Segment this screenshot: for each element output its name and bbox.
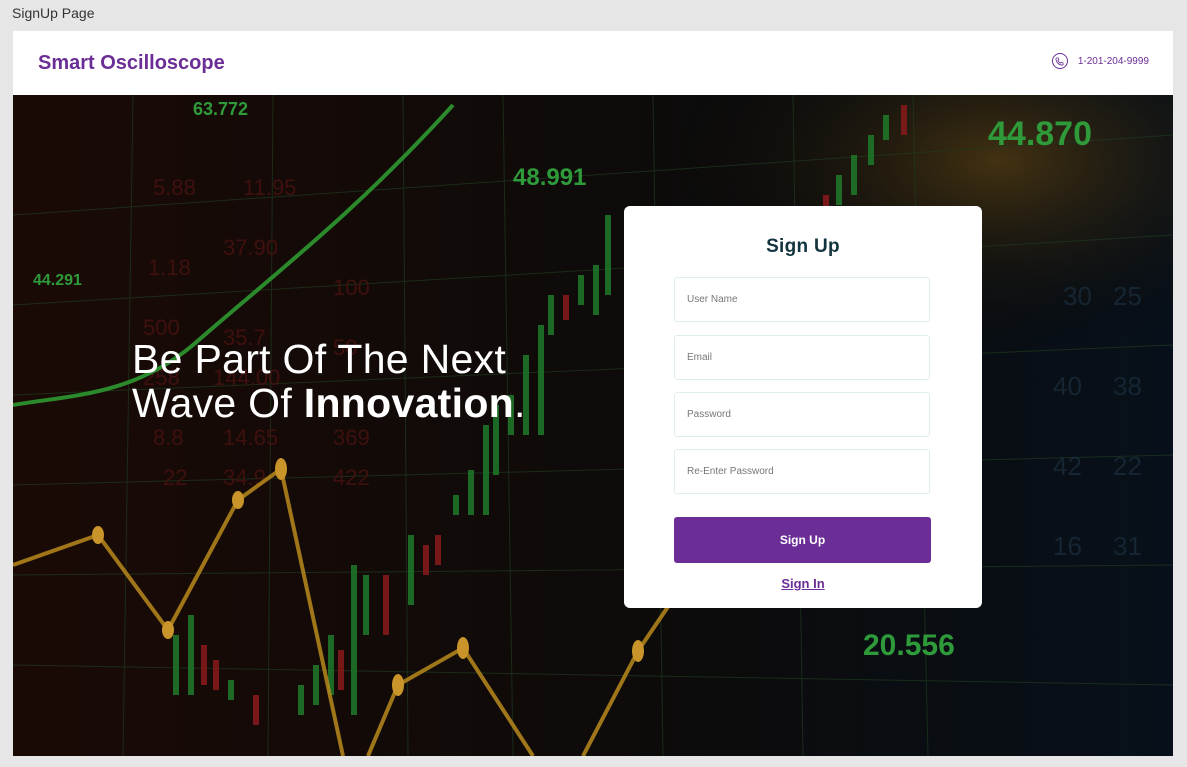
signup-title: Sign Up	[766, 236, 840, 257]
svg-text:100: 100	[333, 275, 370, 300]
candlestick	[435, 535, 441, 565]
bg-number: 20.556	[863, 629, 955, 662]
username-input[interactable]	[674, 277, 930, 322]
candlestick	[298, 685, 304, 715]
svg-text:422: 422	[333, 465, 370, 490]
candlestick	[173, 635, 179, 695]
password-input[interactable]	[674, 392, 930, 437]
hero-section: 5.88 11.95 1.18 37.90 500 35.7 258 144.00 10…	[13, 95, 1173, 756]
bg-number: 63.772	[193, 99, 248, 119]
signup-button[interactable]: Sign Up	[674, 517, 931, 563]
phone-icon	[1051, 53, 1068, 69]
svg-text:8.8: 8.8	[153, 425, 184, 450]
svg-text:1.18: 1.18	[148, 255, 191, 280]
hero-headline: Be Part Of The Next Wave Of Innovation.	[132, 337, 526, 425]
headline-line-2: Wave Of Innovation.	[132, 380, 526, 426]
brand-logo-text[interactable]: Smart Oscilloscope	[38, 52, 225, 75]
candlestick	[538, 325, 544, 435]
svg-text:31: 31	[1113, 531, 1142, 561]
candlestick	[253, 695, 259, 725]
svg-text:22: 22	[163, 465, 187, 490]
candlestick	[408, 535, 414, 605]
frame-label: SignUp Page	[12, 5, 95, 21]
candlestick	[605, 215, 611, 295]
candlestick	[578, 275, 584, 305]
candlestick	[563, 295, 569, 320]
signin-link[interactable]: Sign In	[624, 576, 982, 591]
svg-text:22: 22	[1113, 451, 1142, 481]
candlestick	[423, 545, 429, 575]
bg-number: 44.870	[988, 115, 1092, 153]
candlestick	[351, 565, 357, 715]
candlestick	[213, 660, 219, 690]
candlestick	[883, 115, 889, 140]
svg-text:40: 40	[1053, 371, 1082, 401]
candlestick	[313, 665, 319, 705]
candlestick	[188, 615, 194, 695]
headline-line-1: Be Part Of The Next	[132, 336, 507, 382]
candlestick	[228, 680, 234, 700]
candlestick	[201, 645, 207, 685]
candlestick	[483, 425, 489, 515]
candlestick	[851, 155, 857, 195]
svg-text:11.95: 11.95	[243, 175, 296, 200]
svg-text:369: 369	[333, 425, 370, 450]
svg-text:30: 30	[1063, 281, 1092, 311]
reenter-password-input[interactable]	[674, 449, 930, 494]
svg-text:42: 42	[1053, 451, 1082, 481]
svg-text:16: 16	[1053, 531, 1082, 561]
signup-page: Smart Oscilloscope 1-201-204-9999 5.88 1…	[13, 31, 1173, 756]
candlestick	[453, 495, 459, 515]
svg-text:14.65: 14.65	[223, 425, 278, 450]
phone-number: 1-201-204-9999	[1077, 55, 1149, 67]
svg-text:37.90: 37.90	[223, 235, 278, 260]
email-input[interactable]	[674, 335, 930, 380]
candlestick	[338, 650, 344, 690]
svg-text:38: 38	[1113, 371, 1142, 401]
candlestick	[593, 265, 599, 315]
signup-card: Sign Up Sign Up Sign In	[624, 206, 982, 608]
svg-text:5.88: 5.88	[153, 175, 196, 200]
top-navigation-bar: Smart Oscilloscope 1-201-204-9999	[13, 31, 1173, 96]
candlestick	[836, 175, 842, 205]
candlestick	[868, 135, 874, 165]
phone-contact[interactable]: 1-201-204-9999	[1051, 53, 1149, 69]
bg-number: 44.291	[33, 272, 82, 289]
candlestick	[901, 105, 907, 135]
candlestick	[468, 470, 474, 515]
candlestick	[548, 295, 554, 335]
candlestick	[363, 575, 369, 635]
svg-text:25: 25	[1113, 281, 1142, 311]
candlestick	[383, 575, 389, 635]
bg-number: 48.991	[513, 164, 586, 191]
